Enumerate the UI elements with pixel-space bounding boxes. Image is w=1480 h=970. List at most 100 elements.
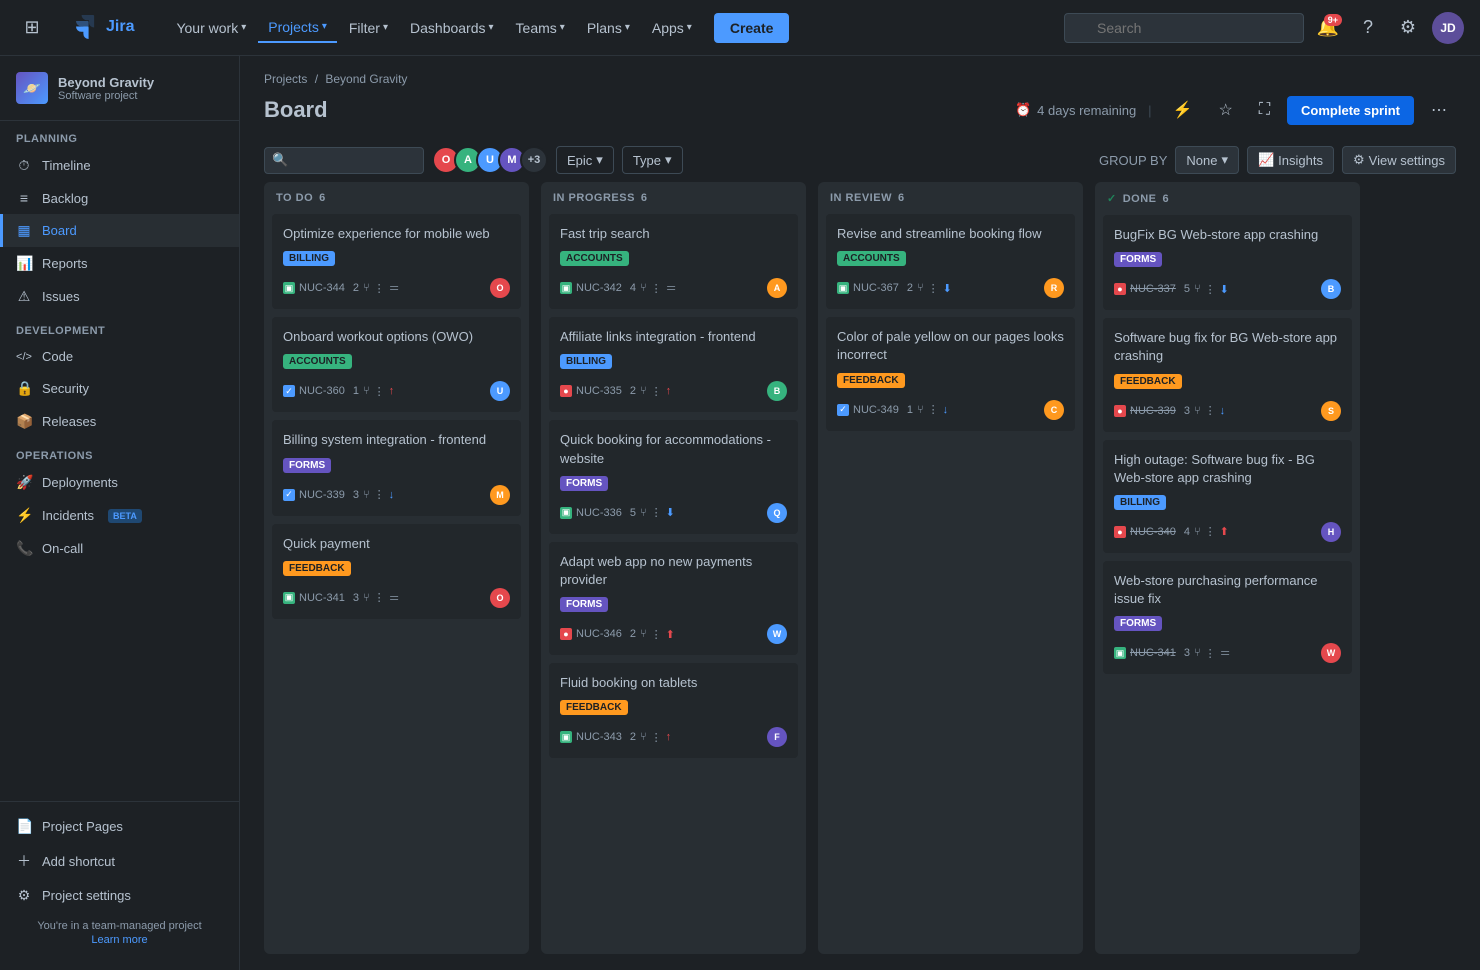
time-remaining: ⏰ 4 days remaining [1015, 102, 1136, 118]
story-points: 4 [630, 282, 636, 294]
nav-projects[interactable]: Projects ▾ [258, 13, 337, 43]
sidebar-item-oncall[interactable]: 📞 On-call [0, 532, 239, 565]
lightning-button[interactable]: ⚡ [1164, 94, 1202, 126]
card-NUC-341[interactable]: Quick payment FEEDBACK ▣ NUC-341 3 ⑂ ⋮ ＝… [272, 524, 521, 619]
card-NUC-335[interactable]: Affiliate links integration - frontend B… [549, 317, 798, 412]
story-points: 1 [907, 404, 913, 416]
nav-plans[interactable]: Plans ▾ [577, 14, 640, 42]
epic-filter-button[interactable]: Epic ▾ [556, 146, 614, 174]
nav-teams[interactable]: Teams ▾ [506, 14, 575, 42]
type-filter-button[interactable]: Type ▾ [622, 146, 683, 174]
notifications-button[interactable]: 🔔 9+ [1312, 12, 1344, 44]
card-assignee-avatar[interactable]: R [1044, 278, 1064, 298]
star-button[interactable]: ☆ [1209, 94, 1241, 126]
view-settings-button[interactable]: ⚙ View settings [1342, 146, 1456, 174]
sidebar-item-backlog[interactable]: ≡ Backlog [0, 182, 239, 214]
nav-filter[interactable]: Filter ▾ [339, 14, 398, 42]
card-NUC-367[interactable]: Revise and streamline booking flow ACCOU… [826, 214, 1075, 309]
column-count: 6 [319, 192, 326, 204]
card-NUC-341[interactable]: Web-store purchasing performance issue f… [1103, 561, 1352, 674]
card-assignee-avatar[interactable]: U [490, 381, 510, 401]
card-NUC-360[interactable]: Onboard workout options (OWO) ACCOUNTS ✓… [272, 317, 521, 412]
card-NUC-339[interactable]: Software bug fix for BG Web-store app cr… [1103, 318, 1352, 431]
card-NUC-343[interactable]: Fluid booking on tablets FEEDBACK ▣ NUC-… [549, 663, 798, 758]
board-label: Board [42, 223, 77, 238]
card-title: Quick payment [283, 535, 510, 553]
card-assignee-avatar[interactable]: O [490, 588, 510, 608]
card-assignee-avatar[interactable]: W [767, 624, 787, 644]
link-icon: ⋮ [1205, 525, 1216, 538]
fullscreen-button[interactable]: ⛶ [1250, 95, 1279, 125]
card-title: Software bug fix for BG Web-store app cr… [1114, 329, 1341, 365]
breadcrumb-projects[interactable]: Projects [264, 72, 307, 86]
sidebar-item-project-settings[interactable]: ⚙ Project settings [0, 879, 239, 912]
card-assignee-avatar[interactable]: B [767, 381, 787, 401]
nav-apps[interactable]: Apps ▾ [642, 14, 702, 42]
sidebar-item-deployments[interactable]: 🚀 Deployments [0, 466, 239, 499]
group-by-none-button[interactable]: None ▾ [1175, 146, 1239, 174]
help-button[interactable]: ? [1352, 12, 1384, 44]
link-icon: ⋮ [1205, 647, 1216, 660]
sidebar-item-reports[interactable]: 📊 Reports [0, 247, 239, 280]
card-assignee-avatar[interactable]: O [490, 278, 510, 298]
project-pages-label: Project Pages [42, 819, 123, 834]
card-type-icon: ▣ [837, 282, 849, 294]
create-button[interactable]: Create [714, 13, 790, 43]
sidebar-item-issues[interactable]: ⚠ Issues [0, 280, 239, 313]
card-assignee-avatar[interactable]: B [1321, 279, 1341, 299]
sidebar-project: 🪐 Beyond Gravity Software project [0, 56, 239, 121]
branch-icon: ⑂ [363, 489, 370, 501]
jira-logo[interactable]: Jira [60, 0, 150, 56]
card-assignee-avatar[interactable]: Q [767, 503, 787, 523]
card-id: NUC-336 [576, 507, 622, 519]
main-layout: 🪐 Beyond Gravity Software project PLANNI… [0, 56, 1480, 970]
sidebar-item-security[interactable]: 🔒 Security [0, 372, 239, 405]
card-NUC-346[interactable]: Adapt web app no new payments provider F… [549, 542, 798, 655]
card-assignee-avatar[interactable]: H [1321, 522, 1341, 542]
sidebar-item-releases[interactable]: 📦 Releases [0, 405, 239, 438]
card-NUC-340[interactable]: High outage: Software bug fix - BG Web-s… [1103, 440, 1352, 553]
card-assignee-avatar[interactable]: F [767, 727, 787, 747]
oncall-label: On-call [42, 541, 83, 556]
branch-icon: ⑂ [1194, 526, 1201, 538]
page-title: Board [264, 97, 328, 123]
avatar-count[interactable]: +3 [520, 146, 548, 174]
sidebar-item-board[interactable]: ▦ Board [0, 214, 239, 247]
complete-sprint-button[interactable]: Complete sprint [1287, 96, 1414, 125]
user-avatar[interactable]: JD [1432, 12, 1464, 44]
card-meta: ● NUC-346 2 ⑂ ⋮ ⬆ W [560, 624, 787, 644]
card-assignee-avatar[interactable]: A [767, 278, 787, 298]
settings-button[interactable]: ⚙ [1392, 12, 1424, 44]
sidebar-item-incidents[interactable]: ⚡ Incidents BETA [0, 499, 239, 532]
card-assignee-avatar[interactable]: W [1321, 643, 1341, 663]
card-NUC-344[interactable]: Optimize experience for mobile web BILLI… [272, 214, 521, 309]
sidebar-item-code[interactable]: </> Code [0, 341, 239, 372]
card-NUC-336[interactable]: Quick booking for accommodations - websi… [549, 420, 798, 533]
card-assignee-avatar[interactable]: M [490, 485, 510, 505]
issues-icon: ⚠ [16, 288, 32, 305]
card-label: FEEDBACK [1114, 374, 1182, 389]
card-id: NUC-343 [576, 731, 622, 743]
insights-button[interactable]: 📈 Insights [1247, 146, 1334, 174]
more-options-button[interactable]: ⋯ [1422, 94, 1456, 126]
card-NUC-337[interactable]: BugFix BG Web-store app crashing FORMS ●… [1103, 215, 1352, 310]
card-assignee-avatar[interactable]: S [1321, 401, 1341, 421]
development-section-label: DEVELOPMENT [0, 313, 239, 341]
nav-your-work[interactable]: Your work ▾ [166, 14, 256, 42]
sidebar-item-project-pages[interactable]: 📄 Project Pages [0, 810, 239, 843]
card-NUC-339[interactable]: Billing system integration - frontend FO… [272, 420, 521, 515]
security-label: Security [42, 381, 89, 396]
card-NUC-342[interactable]: Fast trip search ACCOUNTS ▣ NUC-342 4 ⑂ … [549, 214, 798, 309]
card-type-icon: ✓ [283, 385, 295, 397]
card-NUC-349[interactable]: Color of pale yellow on our pages looks … [826, 317, 1075, 430]
breadcrumb-project-name[interactable]: Beyond Gravity [325, 72, 407, 86]
page-header: Board ⏰ 4 days remaining | ⚡ ☆ ⛶ Complet… [240, 86, 1480, 138]
nav-dashboards[interactable]: Dashboards ▾ [400, 14, 504, 42]
grid-icon[interactable]: ⊞ [16, 12, 48, 44]
sidebar-item-add-shortcut[interactable]: ＋ Add shortcut [0, 843, 239, 879]
search-input[interactable] [1064, 13, 1304, 43]
learn-more-link[interactable]: Learn more [0, 934, 239, 954]
card-assignee-avatar[interactable]: C [1044, 400, 1064, 420]
story-points: 5 [630, 507, 636, 519]
sidebar-item-timeline[interactable]: ⏱ Timeline [0, 149, 239, 182]
